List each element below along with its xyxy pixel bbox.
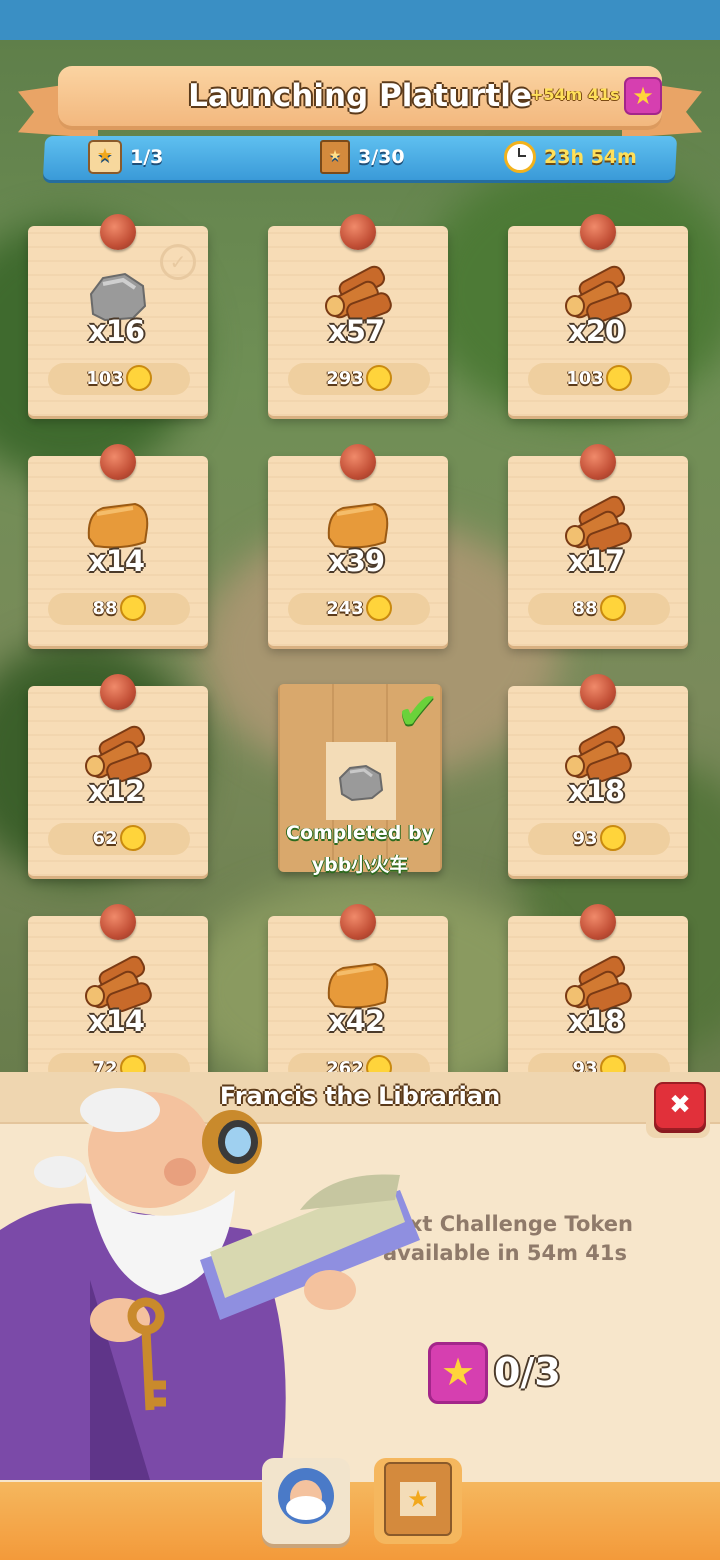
pin-icon <box>580 444 616 480</box>
coin-icon <box>599 824 626 851</box>
card-price-value: 293 <box>326 368 364 389</box>
card-price-value: 103 <box>86 368 124 389</box>
pin-icon <box>340 904 376 940</box>
completed-user: ybb小火车 <box>311 854 409 876</box>
challenge-card[interactable]: x12 62 <box>28 674 208 876</box>
card-price-value: 93 <box>572 828 598 849</box>
close-button[interactable]: ✖ <box>654 1082 706 1130</box>
crate-note <box>326 742 396 820</box>
card-quantity: x16 <box>88 314 145 348</box>
calendar-star-icon <box>88 140 122 174</box>
card-quantity: x17 <box>568 544 625 578</box>
librarian-nav-button[interactable] <box>262 1458 350 1544</box>
check-icon: ✔ <box>396 682 440 742</box>
pin-icon <box>100 904 136 940</box>
card-quantity: x57 <box>328 314 385 348</box>
card-quantity: x18 <box>568 1004 625 1038</box>
card-price-value: 62 <box>92 828 118 849</box>
event-title: Launching Platurtle <box>188 78 532 114</box>
card-price: 62 <box>48 823 190 855</box>
card-price-value: 88 <box>572 598 598 619</box>
challenge-card[interactable]: x57 293 <box>268 214 448 416</box>
stat-cards-value: 3/30 <box>358 146 405 168</box>
coin-icon <box>119 824 146 851</box>
pin-icon <box>580 904 616 940</box>
challenge-crate-icon: ★ <box>384 1462 452 1536</box>
stat-days-value: 1/3 <box>130 146 164 168</box>
challenge-card[interactable]: x17 88 <box>508 444 688 646</box>
stat-cards: 3/30 <box>320 140 405 174</box>
librarian-avatar-icon <box>278 1468 334 1524</box>
close-tab: ✖ <box>646 1072 710 1138</box>
card-price: 103 <box>48 363 190 395</box>
librarian-character <box>0 1088 420 1480</box>
token-count: 0/3 <box>494 1350 561 1394</box>
card-quantity: x39 <box>328 544 385 578</box>
stat-timer-value: 23h 54m <box>544 146 637 168</box>
card-quantity: x42 <box>328 1004 385 1038</box>
bonus-time: +54m 41s <box>530 85 620 104</box>
pin-icon <box>340 444 376 480</box>
card-quantity: x20 <box>568 314 625 348</box>
card-price: 243 <box>288 593 430 625</box>
challenge-card[interactable]: x39 243 <box>268 444 448 646</box>
bottom-nav <box>0 1482 720 1560</box>
card-price: 88 <box>48 593 190 625</box>
card-price: 103 <box>528 363 670 395</box>
coin-icon <box>119 594 146 621</box>
card-quantity: x14 <box>88 1004 145 1038</box>
card-price-value: 103 <box>566 368 604 389</box>
challenge-card[interactable]: x14 88 <box>28 444 208 646</box>
completed-label: Completed by <box>286 822 434 844</box>
challenge-card[interactable]: x18 93 <box>508 674 688 876</box>
card-price: 293 <box>288 363 430 395</box>
card-price: 88 <box>528 593 670 625</box>
star-icon: ★ <box>632 82 654 110</box>
checkmark-icon: ✓ <box>160 244 196 280</box>
card-price-value: 243 <box>326 598 364 619</box>
challenge-nav-button[interactable]: ★ <box>374 1458 462 1544</box>
clock-icon <box>504 141 536 173</box>
pin-icon <box>100 674 136 710</box>
card-price: 93 <box>528 823 670 855</box>
card-price-value: 88 <box>92 598 118 619</box>
coin-icon <box>125 364 152 391</box>
coin-icon <box>365 594 392 621</box>
coin-icon <box>599 594 626 621</box>
stat-timer: 23h 54m <box>504 141 637 173</box>
pin-icon <box>580 674 616 710</box>
star-token-badge: ★ <box>624 77 662 115</box>
pin-icon <box>100 214 136 250</box>
challenge-card[interactable]: x20 103 <box>508 214 688 416</box>
coin-icon <box>605 364 632 391</box>
pin-icon <box>580 214 616 250</box>
card-star-icon <box>320 140 350 174</box>
pin-icon <box>100 444 136 480</box>
card-quantity: x14 <box>88 544 145 578</box>
challenge-card[interactable]: ✓ x16 103 <box>28 214 208 416</box>
pin-icon <box>340 214 376 250</box>
stat-days: 1/3 <box>88 140 164 174</box>
coin-icon <box>365 364 392 391</box>
card-quantity: x18 <box>568 774 625 808</box>
stone-icon <box>338 764 384 802</box>
card-quantity: x12 <box>88 774 145 808</box>
